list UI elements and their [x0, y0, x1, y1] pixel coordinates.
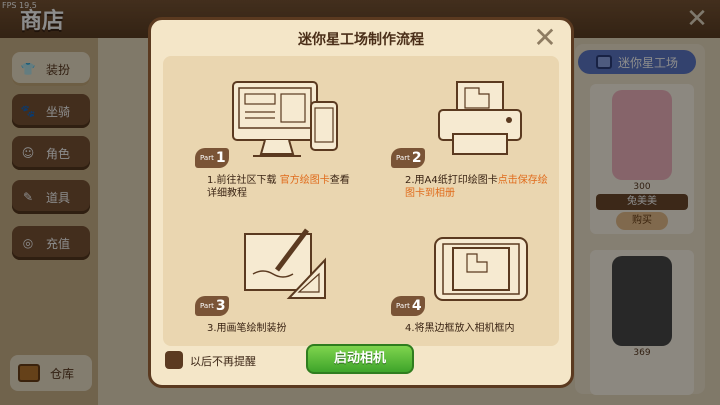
- computer-phone-illustration: [232, 81, 338, 157]
- step-3-text: 3.用画笔绘制装扮: [207, 323, 287, 334]
- launch-camera-button[interactable]: 启动相机: [306, 344, 414, 374]
- part-badge: Part 3: [195, 296, 229, 316]
- part-badge: Part 4: [391, 296, 425, 316]
- modal-title: 迷你星工场制作流程: [298, 32, 424, 48]
- steps-panel: Part 1 1.前往社区下载 官方绘图卡查看详细教程 Part 2 2.用A4纸打…: [163, 56, 559, 346]
- drawing-illustration: [244, 228, 326, 299]
- step-1-text: 1.前往社区下载 官方绘图卡查看详细教程: [207, 175, 350, 199]
- step-4-text: 4.将黑边框放入相机框内: [405, 323, 515, 334]
- part-badge: Part 1: [195, 148, 229, 168]
- step-2-text: 2.用A4纸打印绘图卡点击保存绘图卡到相册: [405, 175, 548, 199]
- dont-remind-checkbox[interactable]: [165, 351, 183, 369]
- download-card-link[interactable]: 官方绘图卡: [280, 175, 330, 186]
- part-badge: Part 2: [391, 148, 425, 168]
- phone-camera-illustration: [434, 237, 528, 301]
- starworks-modal: 迷你星工场制作流程 ✕ Part1 1.前往社区下载 官方绘图卡查看详细教程: [148, 17, 574, 388]
- close-icon[interactable]: ✕: [531, 24, 559, 52]
- dont-remind-label: 以后不再提醒: [190, 355, 256, 368]
- printer-illustration: [438, 81, 522, 155]
